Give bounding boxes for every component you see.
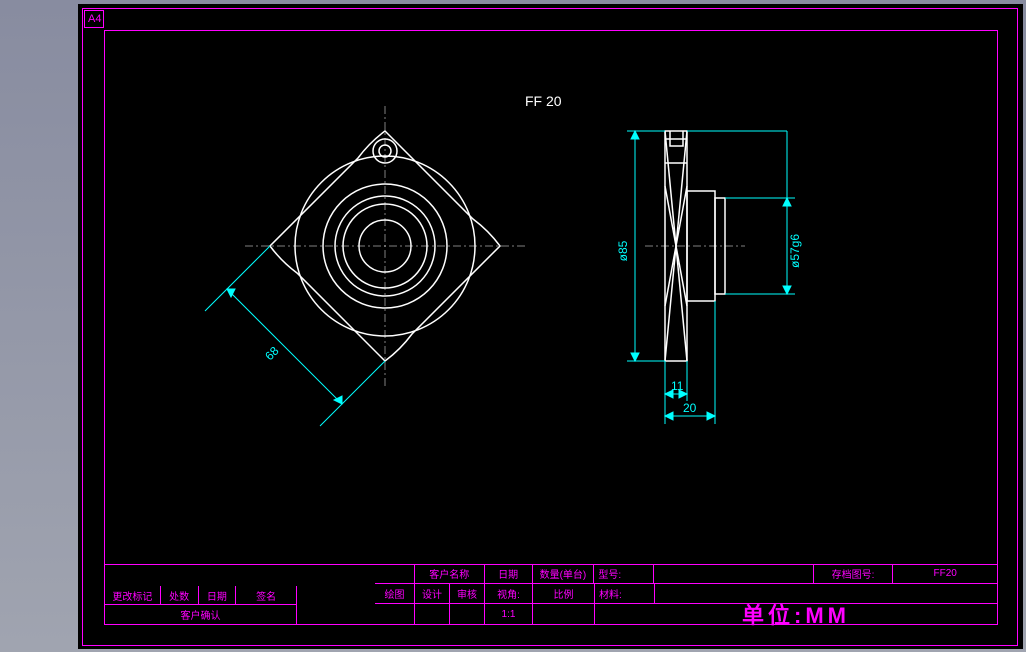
tb-qty: 处数 [161,586,199,604]
tb-customer-confirm: 客户确认 [105,605,296,624]
front-view: 68 [205,106,525,426]
tb-unit: 单位:MM [595,604,997,624]
side-view: ø85 ø57g6 [616,131,802,424]
tb-material: 材料: [595,584,655,603]
tb-archive: 存档图号: [814,564,894,583]
tb-revision-block: 更改标记 处数 日期 签名 客户确认 [105,586,297,624]
tb-review: 审核 [450,584,485,603]
tb-sign: 签名 [236,586,296,604]
dim-20: 20 [683,401,697,415]
tb-main-block: 客户名称 日期 数量(单台) 型号: 存档图号: FF20 绘图 设计 审核 视… [375,564,997,624]
drawing-canvas: A4 FF 20 [78,4,1023,649]
dim-11: 11 [671,379,684,393]
drawing-svg: FF 20 [105,31,999,591]
sheet-format-box: A4 [84,10,104,28]
tb-date-h: 日期 [485,564,533,583]
dim-diag: 68 [262,344,282,364]
tb-scale: 比例 [533,584,595,603]
dim-dia85: ø85 [616,240,630,261]
tb-scale-val: 1:1 [485,604,533,624]
part-title: FF 20 [525,93,562,109]
tb-archive-val: FF20 [893,564,997,583]
tb-draw: 绘图 [375,584,415,603]
tb-qty-unit: 数量(单台) [533,564,595,583]
tb-design: 设计 [415,584,450,603]
tb-change-mark: 更改标记 [105,586,161,604]
tb-date: 日期 [199,586,237,604]
dim-dia57: ø57g6 [788,234,802,268]
inner-frame: FF 20 [104,30,998,625]
tb-viewangle: 视角: [485,584,533,603]
title-block: 更改标记 处数 日期 签名 客户确认 客户名称 日期 数量(单台) 型号: [105,564,997,624]
tb-customer-name: 客户名称 [415,564,485,583]
tb-model: 型号: [594,564,654,583]
sheet-format-label: A4 [85,11,103,27]
